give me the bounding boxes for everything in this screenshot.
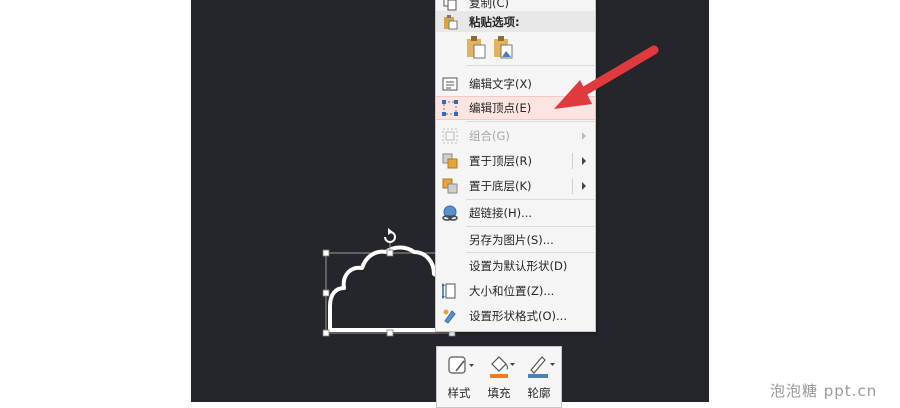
copy-icon bbox=[443, 0, 457, 11]
rotate-arrowhead bbox=[388, 228, 393, 235]
menu-item-label: 大小和位置(Z)... bbox=[469, 284, 555, 298]
menu-item-label: 超链接(H)... bbox=[469, 206, 533, 220]
menu-item-hyperlink[interactable]: 超链接(H)... bbox=[436, 201, 595, 225]
size-position-icon bbox=[442, 283, 456, 299]
menu-item-format-shape[interactable]: 设置形状格式(O)... bbox=[436, 304, 595, 328]
outline-pen-icon bbox=[528, 356, 555, 378]
outline-label: 轮廓 bbox=[527, 386, 551, 400]
paste-icon bbox=[444, 15, 458, 30]
split-divider bbox=[572, 178, 573, 194]
resize-handle-n[interactable] bbox=[386, 249, 394, 257]
menu-item-group[interactable]: 组合(G) bbox=[436, 124, 595, 148]
fill-label: 填充 bbox=[487, 386, 511, 400]
resize-handle-s[interactable] bbox=[386, 329, 394, 337]
menu-item-send-to-back[interactable]: 置于底层(K) bbox=[436, 174, 595, 198]
menu-item-label: 置于顶层(R) bbox=[469, 154, 532, 168]
menu-item-label: 置于底层(K) bbox=[469, 179, 532, 193]
send-to-back-icon bbox=[442, 178, 458, 194]
fill-button[interactable]: 填充 bbox=[479, 347, 519, 407]
paste-as-picture-icon[interactable] bbox=[493, 35, 513, 59]
split-divider bbox=[572, 153, 573, 169]
menu-item-bring-to-front[interactable]: 置于顶层(R) bbox=[436, 149, 595, 173]
bring-to-front-icon bbox=[442, 153, 458, 169]
submenu-arrow-icon[interactable] bbox=[582, 182, 586, 190]
watermark: 泡泡糖 ppt.cn bbox=[770, 382, 878, 400]
resize-handle-w[interactable] bbox=[322, 289, 330, 297]
shape-style-icon bbox=[448, 356, 474, 374]
mini-toolbar: 样式 填充 轮廓 bbox=[436, 346, 562, 408]
keep-source-formatting-icon[interactable] bbox=[466, 35, 486, 59]
annotation-arrow bbox=[554, 45, 659, 109]
outline-button[interactable]: 轮廓 bbox=[519, 347, 559, 407]
menu-item-label: 另存为图片(S)... bbox=[469, 233, 554, 247]
style-label: 样式 bbox=[447, 386, 471, 400]
edit-text-icon bbox=[442, 77, 458, 91]
resize-handle-sw[interactable] bbox=[322, 329, 330, 337]
menu-item-label: 编辑顶点(E) bbox=[469, 101, 532, 115]
menu-item-label: 设置形状格式(O)... bbox=[469, 309, 567, 323]
paste-options-label: 粘贴选项: bbox=[469, 15, 520, 29]
menu-separator bbox=[466, 252, 595, 253]
submenu-arrow-icon[interactable] bbox=[582, 157, 586, 165]
menu-item-label: 设置为默认形状(D) bbox=[469, 259, 568, 273]
menu-item-label: 编辑文字(X) bbox=[469, 77, 532, 91]
cloud-outline bbox=[328, 245, 447, 332]
group-icon bbox=[442, 128, 458, 144]
style-button[interactable]: 样式 bbox=[439, 347, 479, 407]
menu-separator bbox=[466, 199, 595, 200]
paste-options-header: 粘贴选项: bbox=[436, 11, 595, 32]
edit-points-icon bbox=[442, 100, 458, 116]
menu-item-set-default-shape[interactable]: 设置为默认形状(D) bbox=[436, 254, 595, 278]
resize-handle-nw[interactable] bbox=[322, 249, 330, 257]
hyperlink-icon bbox=[442, 205, 458, 221]
menu-item-save-as-picture[interactable]: 另存为图片(S)... bbox=[436, 228, 595, 252]
submenu-arrow-icon bbox=[582, 132, 586, 140]
menu-separator bbox=[466, 121, 595, 122]
menu-item-label: 组合(G) bbox=[469, 129, 510, 143]
fill-bucket-icon bbox=[490, 356, 515, 378]
menu-item-size-and-position[interactable]: 大小和位置(Z)... bbox=[436, 279, 595, 303]
format-shape-icon bbox=[443, 309, 456, 324]
menu-separator bbox=[466, 226, 595, 227]
